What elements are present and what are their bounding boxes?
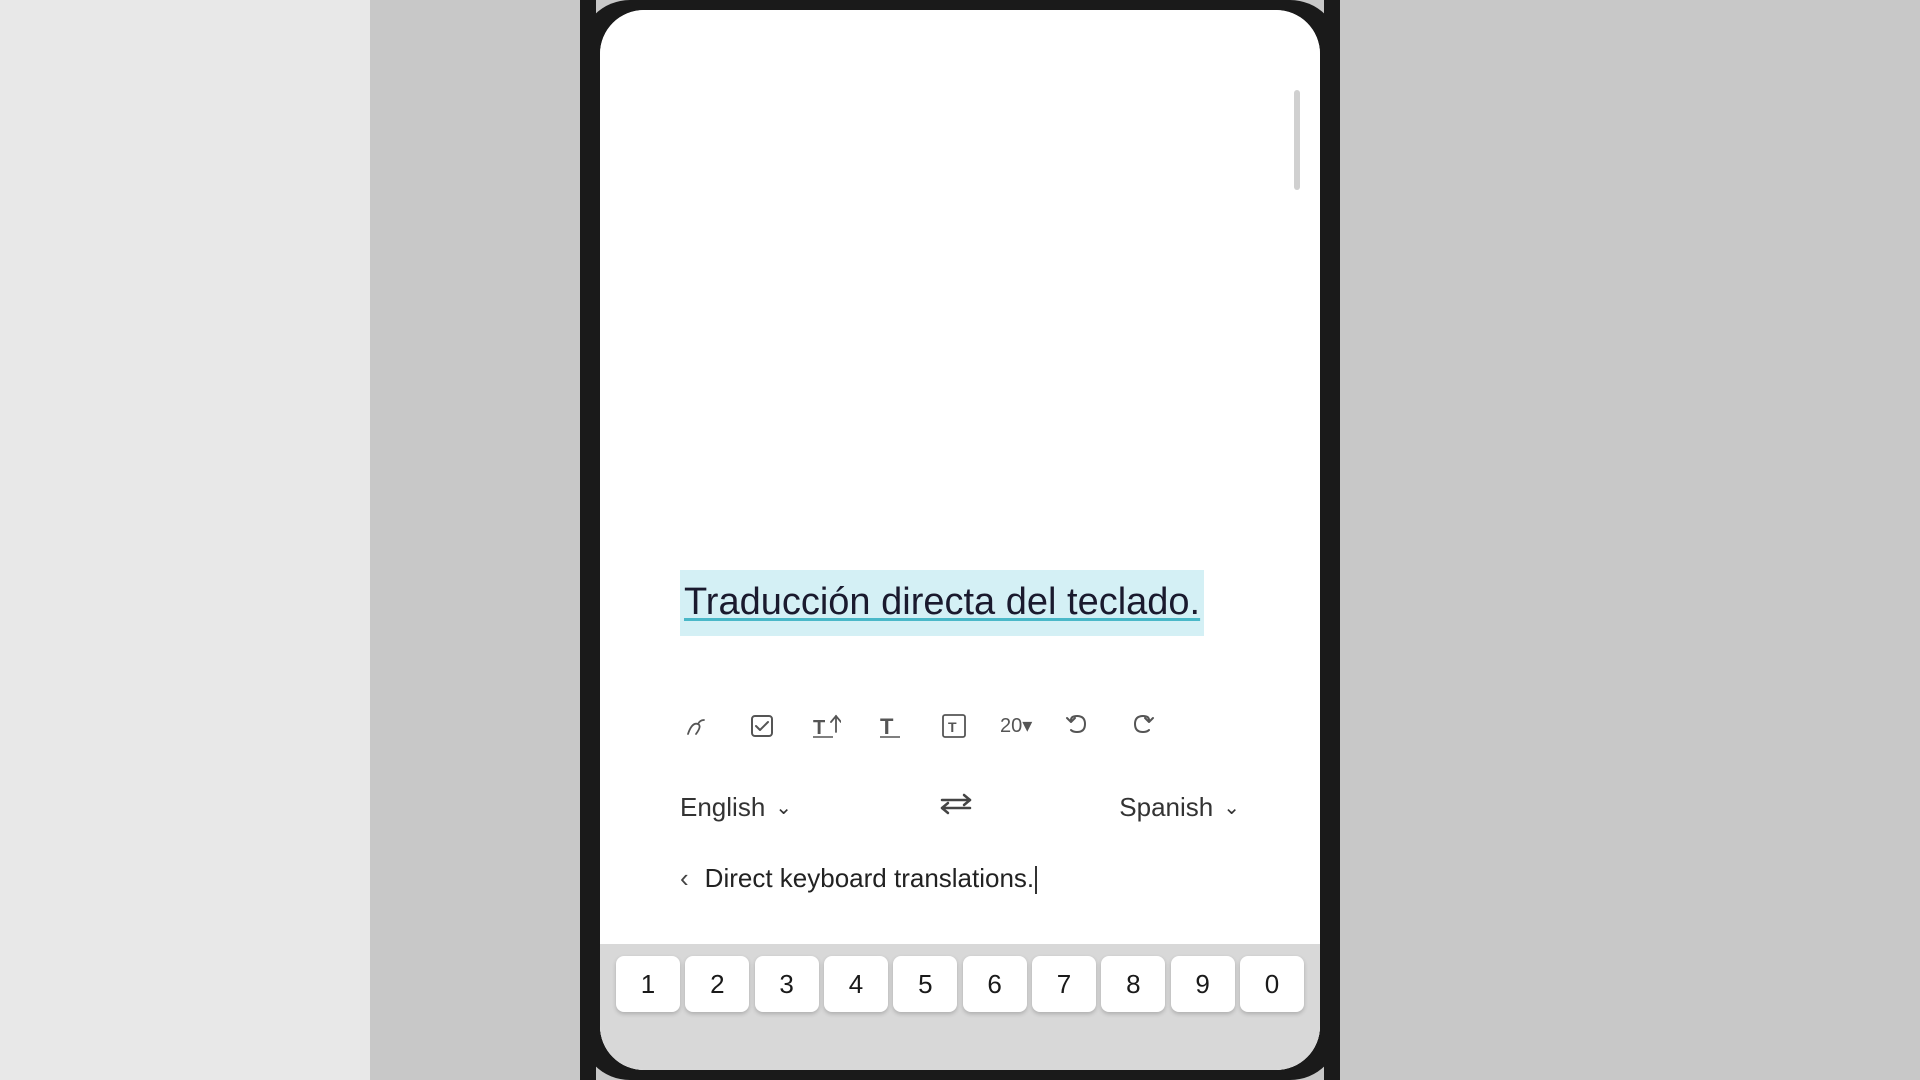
keyboard-area: 1 2 3 4 5 6 7 8 9 0 bbox=[600, 944, 1320, 1070]
phone-frame: Traducción directa del teclado. bbox=[580, 0, 1340, 1080]
key-3[interactable]: 3 bbox=[755, 956, 819, 1012]
text-cursor bbox=[1035, 866, 1037, 894]
bottom-keyboard-row bbox=[600, 1020, 1320, 1070]
key-5[interactable]: 5 bbox=[893, 956, 957, 1012]
translated-text: Traducción directa del teclado. bbox=[680, 570, 1204, 635]
phone-screen: Traducción directa del teclado. bbox=[600, 10, 1320, 1070]
key-4[interactable]: 4 bbox=[824, 956, 888, 1012]
key-2[interactable]: 2 bbox=[685, 956, 749, 1012]
key-0[interactable]: 0 bbox=[1240, 956, 1304, 1012]
screen-border-left bbox=[580, 0, 596, 1080]
handwriting-icon[interactable] bbox=[680, 708, 716, 744]
svg-text:T: T bbox=[948, 719, 957, 735]
svg-text:T: T bbox=[813, 717, 825, 739]
source-lang-label: English bbox=[680, 792, 765, 823]
swap-languages-button[interactable] bbox=[938, 790, 974, 825]
text-size-icon[interactable]: T bbox=[808, 708, 844, 744]
key-9[interactable]: 9 bbox=[1171, 956, 1235, 1012]
checkbox-icon[interactable] bbox=[744, 708, 780, 744]
translation-bar: English ⌄ Spanish ⌄ bbox=[680, 780, 1240, 835]
input-text-content: Direct keyboard translations. bbox=[705, 863, 1034, 893]
key-7[interactable]: 7 bbox=[1032, 956, 1096, 1012]
toolbar: T T T bbox=[680, 696, 1240, 756]
back-arrow-button[interactable]: ‹ bbox=[680, 863, 689, 894]
text-box-icon[interactable]: T bbox=[936, 708, 972, 744]
redo-button[interactable] bbox=[1124, 708, 1160, 744]
screen-border-right bbox=[1324, 0, 1340, 1080]
key-1[interactable]: 1 bbox=[616, 956, 680, 1012]
document-area: Traducción directa del teclado. bbox=[600, 10, 1320, 944]
target-lang-selector[interactable]: Spanish ⌄ bbox=[1119, 792, 1240, 823]
scrollbar[interactable] bbox=[1294, 90, 1300, 190]
left-side-panel bbox=[0, 0, 370, 1080]
target-lang-label: Spanish bbox=[1119, 792, 1213, 823]
target-lang-chevron: ⌄ bbox=[1223, 795, 1240, 820]
key-6[interactable]: 6 bbox=[963, 956, 1027, 1012]
source-lang-selector[interactable]: English ⌄ bbox=[680, 792, 792, 823]
font-size-selector[interactable]: 20▾ bbox=[1000, 713, 1032, 738]
undo-button[interactable] bbox=[1060, 708, 1096, 744]
input-area: ‹ Direct keyboard translations. bbox=[680, 851, 1240, 906]
source-lang-chevron: ⌄ bbox=[775, 795, 792, 820]
number-row: 1 2 3 4 5 6 7 8 9 0 bbox=[600, 944, 1320, 1020]
svg-text:T: T bbox=[880, 714, 894, 739]
input-text[interactable]: Direct keyboard translations. bbox=[705, 863, 1240, 894]
text-icon[interactable]: T bbox=[872, 708, 908, 744]
key-8[interactable]: 8 bbox=[1101, 956, 1165, 1012]
font-size-label: 20▾ bbox=[1000, 713, 1032, 738]
